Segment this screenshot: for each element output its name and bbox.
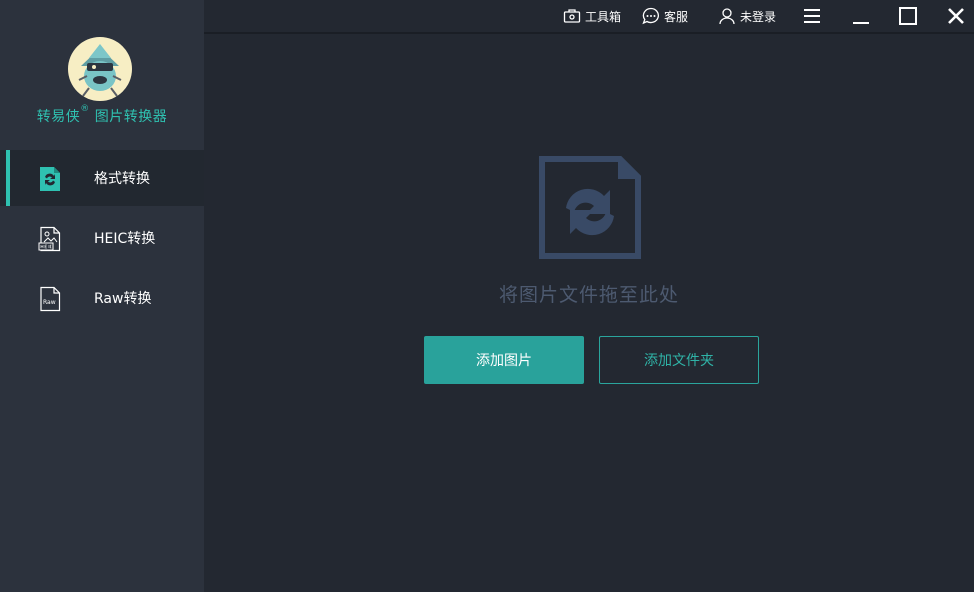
maximize-icon[interactable]	[896, 4, 920, 28]
sidebar-item-label: HEIC转换	[94, 231, 156, 247]
title-bar: 工具箱 客服 未登录	[204, 0, 974, 34]
app-logo-icon	[68, 37, 132, 101]
raw-file-icon: Raw	[40, 286, 61, 312]
registered-mark: ®	[80, 104, 90, 114]
file-drop-zone[interactable]: 将图片文件拖至此处 添加图片 添加文件夹	[204, 36, 974, 592]
brand: 转易侠® 图片转换器	[0, 0, 204, 150]
app-title: 转易侠® 图片转换器	[0, 104, 204, 126]
toolbox-button[interactable]: 工具箱	[563, 0, 621, 32]
sidebar-item-format-convert[interactable]: 格式转换	[0, 150, 204, 206]
add-images-button[interactable]: 添加图片	[424, 336, 584, 384]
sidebar-item-raw-convert[interactable]: Raw Raw转换	[0, 270, 204, 326]
file-convert-icon	[539, 156, 641, 259]
sidebar-item-label: 格式转换	[94, 171, 150, 187]
brand-suffix: 图片转换器	[94, 109, 168, 125]
add-folder-button[interactable]: 添加文件夹	[599, 336, 759, 384]
drop-hint-text: 将图片文件拖至此处	[498, 284, 679, 306]
close-icon[interactable]	[944, 4, 968, 28]
brand-name: 转易侠	[36, 109, 81, 125]
sidebar-item-heic-convert[interactable]: HEIC转换	[0, 210, 204, 266]
minimize-icon[interactable]	[849, 4, 873, 28]
format-convert-icon	[40, 167, 60, 191]
support-button[interactable]: 客服	[642, 0, 688, 32]
sidebar-item-label: Raw转换	[94, 291, 152, 307]
heic-image-icon	[38, 226, 61, 252]
user-icon	[719, 8, 735, 25]
login-label: 未登录	[740, 9, 777, 24]
svg-text:Raw: Raw	[43, 299, 56, 306]
chat-bubble-icon	[642, 7, 659, 25]
menu-icon[interactable]	[800, 4, 824, 28]
toolbox-icon	[563, 9, 581, 23]
sidebar: 转易侠® 图片转换器 格式转换 HEIC转换 Raw Raw转换	[0, 0, 204, 592]
support-label: 客服	[664, 9, 689, 24]
toolbox-label: 工具箱	[585, 9, 622, 24]
login-button[interactable]: 未登录	[718, 0, 776, 32]
